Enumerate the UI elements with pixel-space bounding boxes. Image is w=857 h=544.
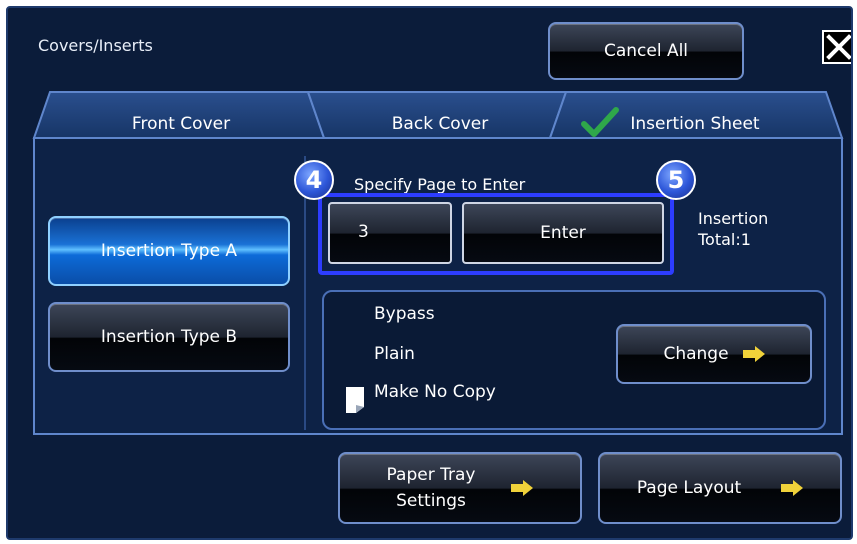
tab-front-cover-label: Front Cover: [131, 114, 231, 134]
tab-back-cover[interactable]: Back Cover: [318, 112, 562, 136]
paper-type-value: Plain: [374, 344, 415, 364]
paper-tray-settings-button[interactable]: Paper Tray Settings: [338, 452, 582, 524]
insertion-total-line1: Insertion: [698, 209, 769, 228]
arrow-right-icon: [781, 480, 804, 496]
insertion-type-a-label: Insertion Type A: [100, 241, 238, 261]
paper-tray-label-line2: Settings: [396, 491, 466, 511]
enter-button[interactable]: Enter: [462, 202, 664, 264]
step-badge-5: 5: [656, 160, 696, 200]
arrow-right-icon: [742, 346, 765, 362]
tab-back-cover-label: Back Cover: [391, 114, 489, 134]
page-number-value: 3: [358, 222, 369, 242]
covers-inserts-dialog: Covers/Inserts Cancel All Front Cover Ba…: [6, 6, 853, 540]
tab-insertion-sheet-label: Insertion Sheet: [630, 114, 760, 134]
check-icon: [581, 107, 619, 137]
page-number-field[interactable]: 3: [328, 202, 452, 264]
paper-tray-settings-label: Paper Tray Settings: [387, 462, 476, 514]
insertion-type-b-button[interactable]: Insertion Type B: [48, 302, 290, 372]
change-label: Change: [663, 344, 729, 364]
insertion-type-a-button[interactable]: Insertion Type A: [48, 216, 290, 286]
page-layout-button[interactable]: Page Layout: [598, 452, 842, 524]
insertion-total: Insertion Total:1: [698, 208, 768, 250]
insertion-total-line2: Total:1: [698, 230, 751, 249]
paper-icon: [346, 387, 364, 413]
copy-option-value: Make No Copy: [374, 382, 496, 402]
specify-page-label: Specify Page to Enter: [354, 175, 526, 194]
step-badge-4: 4: [294, 160, 334, 200]
enter-label: Enter: [540, 223, 586, 243]
change-button[interactable]: Change: [616, 324, 812, 384]
page-layout-label: Page Layout: [636, 478, 742, 498]
arrow-right-icon: [511, 480, 534, 496]
paper-tray-label-line1: Paper Tray: [386, 465, 476, 485]
tab-front-cover[interactable]: Front Cover: [48, 112, 314, 136]
paper-tray-value: Bypass: [374, 304, 435, 324]
tab-insertion-sheet[interactable]: Insertion Sheet: [620, 112, 770, 136]
insertion-type-b-label: Insertion Type B: [100, 327, 238, 347]
